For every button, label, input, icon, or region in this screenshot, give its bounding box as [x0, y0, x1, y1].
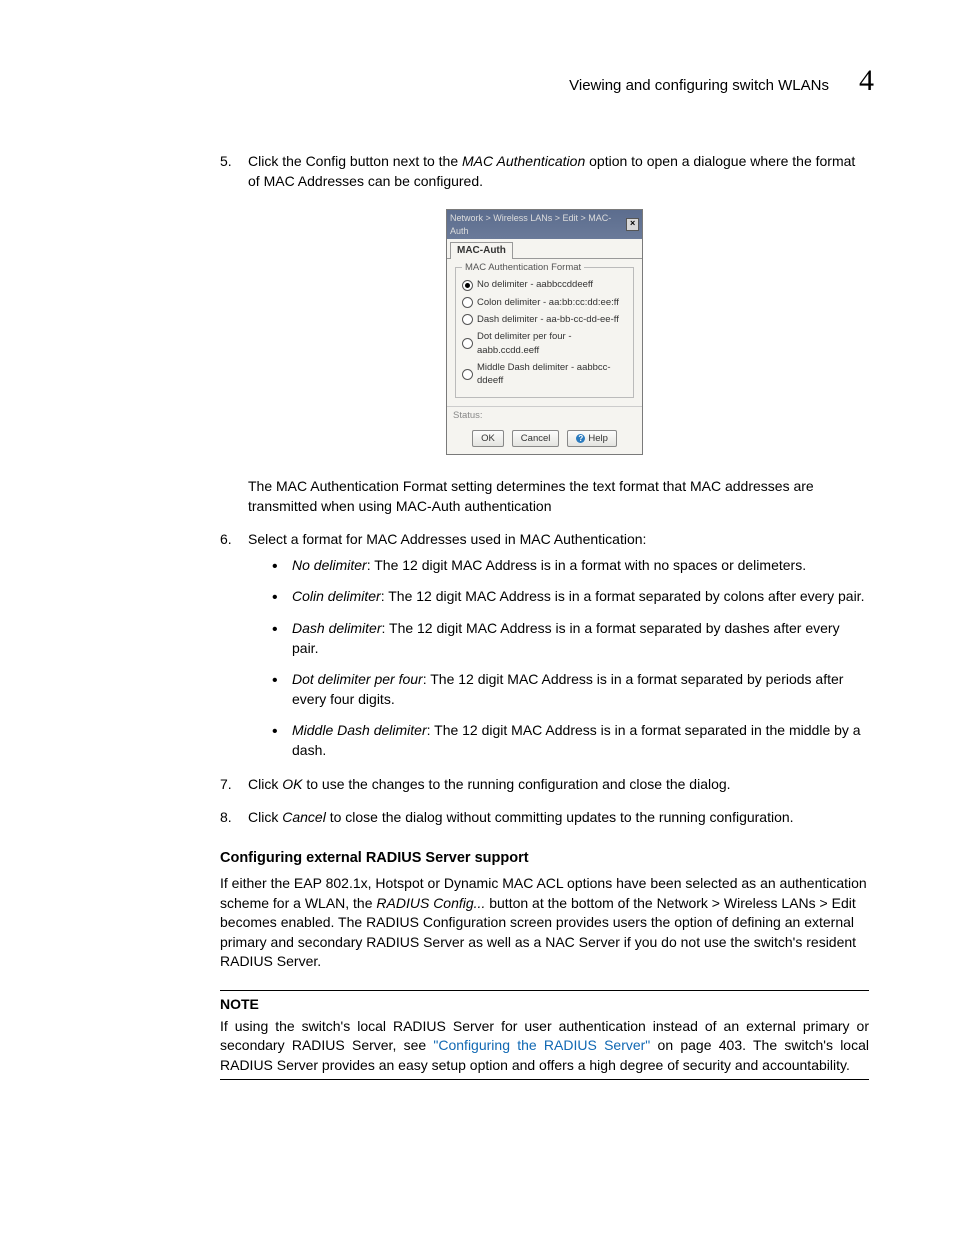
step-7: 7. Click OK to use the changes to the ru…: [220, 775, 869, 795]
radio-no-delimiter[interactable]: No delimiter - aabbccddeeff: [462, 278, 627, 291]
radio-colon-delimiter[interactable]: Colon delimiter - aa:bb:cc:dd:ee:ff: [462, 296, 627, 309]
help-button[interactable]: ? Help: [567, 430, 617, 447]
mac-auth-dialog: Network > Wireless LANs > Edit > MAC-Aut…: [446, 209, 643, 455]
radius-paragraph: If either the EAP 802.1x, Hotspot or Dyn…: [220, 874, 869, 972]
note-body: If using the switch's local RADIUS Serve…: [220, 1017, 869, 1076]
bullet-no-delimiter: No delimiter: The 12 digit MAC Address i…: [272, 556, 869, 576]
fieldset-legend: MAC Authentication Format: [462, 261, 584, 274]
dialog-titlebar: Network > Wireless LANs > Edit > MAC-Aut…: [447, 210, 642, 239]
page-header-title: Viewing and configuring switch WLANs: [569, 75, 829, 96]
close-icon[interactable]: ×: [626, 218, 639, 231]
step-text: Click Cancel to close the dialog without…: [248, 809, 794, 825]
step-number: 5.: [220, 152, 232, 172]
note-block: NOTE If using the switch's local RADIUS …: [220, 990, 869, 1080]
dialog-title: Network > Wireless LANs > Edit > MAC-Aut…: [450, 212, 626, 237]
cancel-button[interactable]: Cancel: [512, 430, 560, 447]
radio-icon: [462, 297, 473, 308]
radio-icon: [462, 338, 473, 349]
radio-dash-delimiter[interactable]: Dash delimiter - aa-bb-cc-dd-ee-ff: [462, 313, 627, 326]
step-8: 8. Click Cancel to close the dialog with…: [220, 808, 869, 828]
step-number: 6.: [220, 530, 232, 550]
link-configuring-radius[interactable]: "Configuring the RADIUS Server": [433, 1037, 650, 1053]
radio-icon: [462, 369, 473, 380]
mac-auth-format-fieldset: MAC Authentication Format No delimiter -…: [455, 267, 634, 398]
paragraph-after-dialog: The MAC Authentication Format setting de…: [248, 477, 869, 516]
radio-middle-dash-delimiter[interactable]: Middle Dash delimiter - aabbcc-ddeeff: [462, 361, 627, 388]
help-icon: ?: [576, 434, 585, 443]
note-label: NOTE: [220, 995, 869, 1015]
step-6: 6. Select a format for MAC Addresses use…: [220, 530, 869, 760]
radio-dot-delimiter[interactable]: Dot delimiter per four - aabb.ccdd.eeff: [462, 330, 627, 357]
radio-icon: [462, 280, 473, 291]
bullet-dash-delimiter: Dash delimiter: The 12 digit MAC Address…: [272, 619, 869, 658]
bullet-middle-dash-delimiter: Middle Dash delimiter: The 12 digit MAC …: [272, 721, 869, 760]
radio-icon: [462, 314, 473, 325]
ok-button[interactable]: OK: [472, 430, 504, 447]
tab-mac-auth[interactable]: MAC-Auth: [450, 242, 513, 259]
chapter-number: 4: [859, 60, 874, 102]
step-number: 8.: [220, 808, 232, 828]
step-number: 7.: [220, 775, 232, 795]
step-text: Click the Config button next to the MAC …: [248, 153, 855, 189]
bullet-dot-delimiter: Dot delimiter per four: The 12 digit MAC…: [272, 670, 869, 709]
subheading-radius: Configuring external RADIUS Server suppo…: [220, 848, 869, 868]
bullet-colin-delimiter: Colin delimiter: The 12 digit MAC Addres…: [272, 587, 869, 607]
dialog-status: Status:: [447, 406, 642, 424]
step-text: Click OK to use the changes to the runni…: [248, 776, 731, 792]
step-5: 5. Click the Config button next to the M…: [220, 152, 869, 191]
step-text: Select a format for MAC Addresses used i…: [248, 531, 646, 547]
